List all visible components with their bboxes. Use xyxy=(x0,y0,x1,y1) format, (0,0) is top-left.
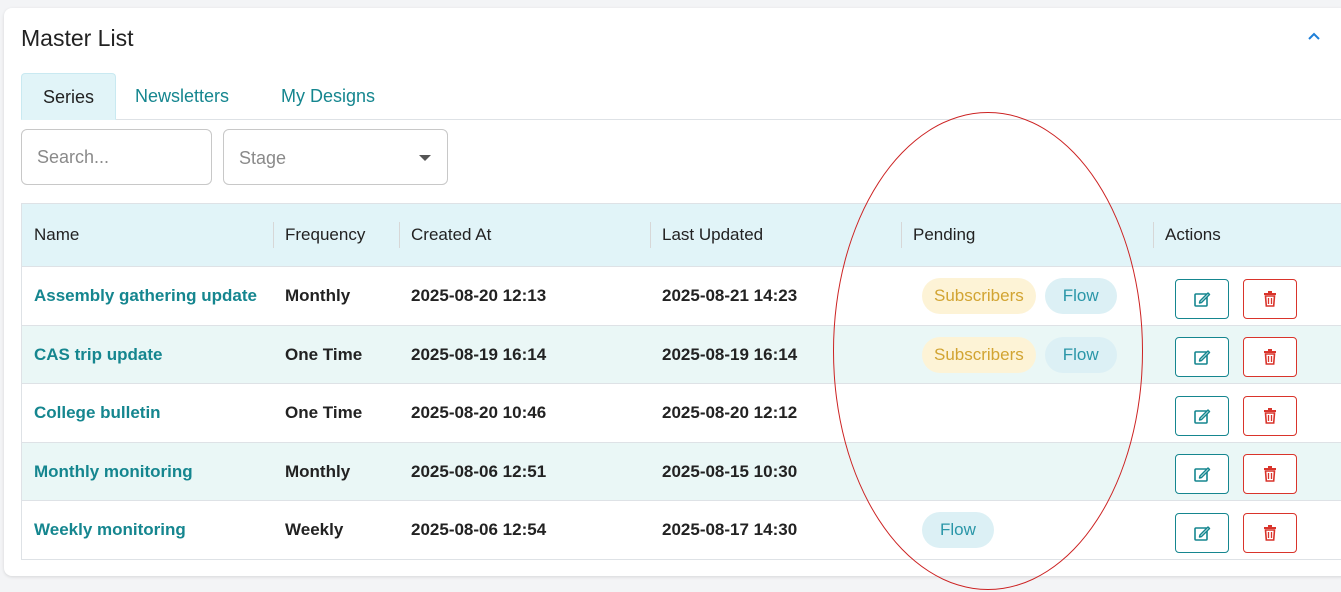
delete-button[interactable] xyxy=(1243,454,1297,494)
row-created-at: 2025-08-20 12:13 xyxy=(411,286,547,305)
col-header-pending: Pending xyxy=(901,204,975,266)
row-last-updated: 2025-08-17 14:30 xyxy=(662,520,798,539)
subscribers-badge: Subscribers xyxy=(922,278,1036,314)
edit-button[interactable] xyxy=(1175,279,1229,319)
trash-icon xyxy=(1264,349,1276,365)
col-header-actions: Actions xyxy=(1153,204,1221,266)
delete-button[interactable] xyxy=(1243,513,1297,553)
chevron-up-icon xyxy=(1308,32,1320,40)
row-frequency: One Time xyxy=(285,403,363,422)
trash-icon xyxy=(1264,466,1276,482)
row-frequency: Monthly xyxy=(285,461,351,481)
row-created-at: 2025-08-06 12:54 xyxy=(411,520,547,539)
edit-button[interactable] xyxy=(1175,513,1229,553)
table-body: Assembly gathering update Monthly 2025-08-… xyxy=(22,267,1341,560)
row-last-updated: 2025-08-19 16:14 xyxy=(662,344,798,364)
row-pending: Subscribers Flow xyxy=(910,326,1126,383)
delete-button[interactable] xyxy=(1243,279,1297,319)
row-name-link[interactable]: Assembly gathering update xyxy=(22,267,257,325)
caret-down-icon xyxy=(419,155,431,161)
card-title: Master List xyxy=(21,25,134,51)
table-row: College bulletin One Time 2025-08-20 10:46… xyxy=(22,384,1341,443)
row-name-link[interactable]: CAS trip update xyxy=(22,326,162,383)
row-created-at: 2025-08-19 16:14 xyxy=(411,344,547,364)
row-pending: Flow xyxy=(910,501,1003,559)
row-last-updated: 2025-08-15 10:30 xyxy=(662,461,798,481)
delete-button[interactable] xyxy=(1243,396,1297,436)
series-table: Name Frequency Created At Last Updated P… xyxy=(21,203,1341,560)
trash-icon xyxy=(1264,291,1276,307)
collapse-button[interactable] xyxy=(1304,26,1324,46)
flow-badge: Flow xyxy=(1044,278,1117,314)
edit-button[interactable] xyxy=(1175,396,1229,436)
col-header-created-at: Created At xyxy=(399,204,491,266)
row-last-updated: 2025-08-20 12:12 xyxy=(662,403,798,422)
row-name-link[interactable]: College bulletin xyxy=(22,384,161,442)
row-pending xyxy=(910,384,922,442)
table-row: Assembly gathering update Monthly 2025-08-… xyxy=(22,267,1341,326)
tab-my-designs[interactable]: My Designs xyxy=(281,73,375,120)
flow-badge: Flow xyxy=(922,512,994,548)
row-frequency: Monthly xyxy=(285,286,351,305)
row-name-link[interactable]: Weekly monitoring xyxy=(22,501,186,559)
col-header-name: Name xyxy=(34,225,80,244)
tab-series[interactable]: Series xyxy=(21,73,116,120)
edit-button[interactable] xyxy=(1175,454,1229,494)
col-header-frequency: Frequency xyxy=(273,204,365,266)
search-input[interactable] xyxy=(21,129,212,185)
row-frequency: One Time xyxy=(285,344,363,364)
edit-icon xyxy=(1194,409,1211,424)
stage-select[interactable]: Stage xyxy=(223,129,448,185)
row-frequency: Weekly xyxy=(285,520,344,539)
row-created-at: 2025-08-20 10:46 xyxy=(411,403,547,422)
row-name-link[interactable]: Monthly monitoring xyxy=(22,443,193,500)
trash-icon xyxy=(1264,408,1276,424)
stage-select-value: Stage xyxy=(239,148,287,168)
table-row: Weekly monitoring Weekly 2025-08-06 12:54 2… xyxy=(22,501,1341,560)
table-header: Name Frequency Created At Last Updated P… xyxy=(22,204,1341,267)
edit-icon xyxy=(1194,350,1211,365)
subscribers-badge: Subscribers xyxy=(922,336,1036,373)
row-last-updated: 2025-08-21 14:23 xyxy=(662,286,798,305)
edit-button[interactable] xyxy=(1175,337,1229,377)
flow-badge: Flow xyxy=(1044,336,1117,373)
col-header-last-updated: Last Updated xyxy=(650,204,763,266)
edit-icon xyxy=(1194,467,1211,482)
row-created-at: 2025-08-06 12:51 xyxy=(411,461,547,481)
row-pending xyxy=(910,443,922,500)
tab-newsletters[interactable]: Newsletters xyxy=(135,73,229,120)
delete-button[interactable] xyxy=(1243,337,1297,377)
row-pending: Subscribers Flow xyxy=(910,267,1126,325)
edit-icon xyxy=(1194,292,1211,307)
trash-icon xyxy=(1264,525,1276,541)
master-list-card: Master List Series Newsletters My Design… xyxy=(4,8,1341,576)
table-row: Monthly monitoring Monthly 2025-08-06 12:5… xyxy=(22,443,1341,501)
table-row: CAS trip update One Time 2025-08-19 16:14 2… xyxy=(22,326,1341,384)
tab-bar: Series Newsletters My Designs xyxy=(21,73,1341,120)
edit-icon xyxy=(1194,526,1211,541)
